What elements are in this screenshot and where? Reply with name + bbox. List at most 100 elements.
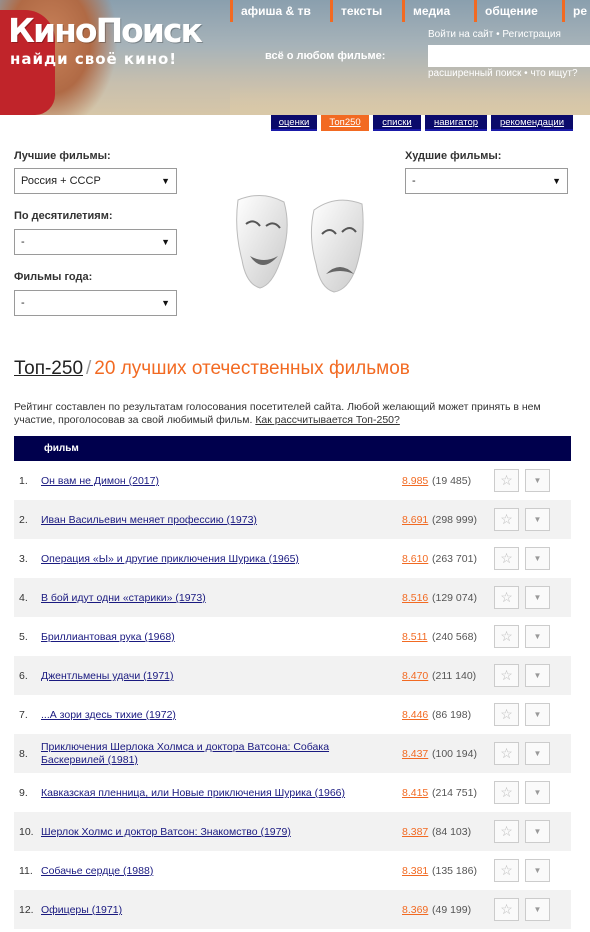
row-position: 1.: [19, 475, 28, 487]
worst-films-select[interactable]: - ▼: [405, 168, 568, 194]
year-films-label: Фильмы года:: [14, 271, 93, 283]
film-votes: (86 198): [432, 709, 472, 721]
film-title-link[interactable]: Он вам не Димон (2017): [41, 475, 361, 488]
film-rating-link[interactable]: 8.415: [402, 787, 428, 799]
nav-item-texts[interactable]: тексты: [330, 0, 402, 22]
film-rating-link[interactable]: 8.387: [402, 826, 428, 838]
star-icon[interactable]: ☆: [494, 508, 519, 531]
chevron-down-icon[interactable]: ▼: [525, 742, 550, 765]
film-votes: (49 199): [432, 904, 472, 916]
top250-link[interactable]: Топ-250: [14, 358, 83, 379]
chevron-down-icon[interactable]: ▼: [525, 664, 550, 687]
film-title-link[interactable]: Приключения Шерлока Холмса и доктора Ват…: [41, 741, 361, 767]
star-icon[interactable]: ☆: [494, 664, 519, 687]
film-title-link[interactable]: Иван Васильевич меняет профессию (1973): [41, 514, 361, 527]
film-rating-link[interactable]: 8.610: [402, 553, 428, 565]
chevron-down-icon: ▼: [161, 298, 170, 308]
film-rating-link[interactable]: 8.516: [402, 592, 428, 604]
chevron-down-icon[interactable]: ▼: [525, 469, 550, 492]
register-link[interactable]: Регистрация: [502, 29, 560, 40]
film-rating-link[interactable]: 8.437: [402, 748, 428, 760]
best-films-select[interactable]: Россия + СССР ▼: [14, 168, 177, 194]
film-rating-link[interactable]: 8.369: [402, 904, 428, 916]
worst-films-select-value: -: [412, 175, 416, 187]
tab-ratings[interactable]: оценки: [271, 115, 317, 131]
site-logo[interactable]: КиноПоиск: [8, 14, 203, 48]
star-icon[interactable]: ☆: [494, 469, 519, 492]
star-icon[interactable]: ☆: [494, 742, 519, 765]
trending-searches-link[interactable]: что ищут?: [530, 68, 577, 79]
table-row: 1. Он вам не Димон (2017) 8.985 (19 485) ☆ ▼: [14, 461, 571, 500]
chevron-down-icon[interactable]: ▼: [525, 859, 550, 882]
star-icon[interactable]: ☆: [494, 820, 519, 843]
film-title-link[interactable]: Операция «Ы» и другие приключения Шурика…: [41, 553, 361, 566]
page-title: Топ-250/20 лучших отечественных фильмов: [14, 357, 410, 381]
top-nav: афиша & тв тексты медиа общение ре: [230, 0, 590, 22]
film-title-link[interactable]: ...А зори здесь тихие (1972): [41, 709, 361, 722]
decades-label: По десятилетиям:: [14, 210, 113, 222]
film-rating-link[interactable]: 8.691: [402, 514, 428, 526]
row-position: 8.: [19, 748, 28, 760]
rating-method-link[interactable]: Как рассчитывается Топ-250?: [255, 414, 400, 426]
tab-recommendations[interactable]: рекомендации: [491, 115, 573, 131]
decades-select-value: -: [21, 236, 25, 248]
chevron-down-icon[interactable]: ▼: [525, 820, 550, 843]
year-films-select-value: -: [21, 297, 25, 309]
film-votes: (211 140): [432, 670, 477, 682]
film-title-link[interactable]: Джентльмены удачи (1971): [41, 670, 361, 683]
film-rating-link[interactable]: 8.446: [402, 709, 428, 721]
star-icon[interactable]: ☆: [494, 781, 519, 804]
row-position: 4.: [19, 592, 28, 604]
star-icon[interactable]: ☆: [494, 586, 519, 609]
table-row: 7. ...А зори здесь тихие (1972) 8.446 (86 1…: [14, 695, 571, 734]
row-position: 7.: [19, 709, 28, 721]
search-input[interactable]: [428, 45, 590, 67]
advanced-search-link[interactable]: расширенный поиск: [428, 68, 521, 79]
chevron-down-icon: ▼: [552, 176, 561, 186]
film-rating-link[interactable]: 8.470: [402, 670, 428, 682]
decades-select[interactable]: - ▼: [14, 229, 177, 255]
row-position: 9.: [19, 787, 28, 799]
table-row: 12. Офицеры (1971) 8.369 (49 199) ☆ ▼: [14, 890, 571, 929]
film-title-link[interactable]: Кавказская пленница, или Новые приключен…: [41, 787, 361, 800]
tab-navigator[interactable]: навигатор: [425, 115, 487, 131]
nav-item-more[interactable]: ре: [562, 0, 590, 22]
film-title-link[interactable]: Офицеры (1971): [41, 904, 361, 917]
best-films-label: Лучшие фильмы:: [14, 150, 111, 162]
star-icon[interactable]: ☆: [494, 547, 519, 570]
row-position: 12.: [19, 904, 34, 916]
nav-item-media[interactable]: медиа: [402, 0, 474, 22]
chevron-down-icon[interactable]: ▼: [525, 547, 550, 570]
row-position: 3.: [19, 553, 28, 565]
film-title-link[interactable]: Бриллиантовая рука (1968): [41, 631, 361, 644]
chevron-down-icon[interactable]: ▼: [525, 625, 550, 648]
chevron-down-icon[interactable]: ▼: [525, 898, 550, 921]
chevron-down-icon[interactable]: ▼: [525, 703, 550, 726]
star-icon[interactable]: ☆: [494, 898, 519, 921]
row-position: 2.: [19, 514, 28, 526]
star-icon[interactable]: ☆: [494, 625, 519, 648]
auth-links: Войти на сайт • Регистрация: [428, 29, 561, 40]
film-rating-link[interactable]: 8.985: [402, 475, 428, 487]
film-title-link[interactable]: Собачье сердце (1988): [41, 865, 361, 878]
films-table-header: фильм: [14, 436, 571, 461]
chevron-down-icon[interactable]: ▼: [525, 586, 550, 609]
tab-top250[interactable]: Топ250: [321, 115, 369, 131]
tab-lists[interactable]: списки: [373, 115, 421, 131]
header-banner-sand: [230, 85, 590, 115]
star-icon[interactable]: ☆: [494, 703, 519, 726]
login-link[interactable]: Войти на сайт: [428, 29, 493, 40]
nav-item-afisha[interactable]: афиша & тв: [230, 0, 330, 22]
film-rating-link[interactable]: 8.511: [402, 631, 428, 643]
year-films-select[interactable]: - ▼: [14, 290, 177, 316]
site-tagline: найди своё кино!: [10, 50, 178, 68]
star-icon[interactable]: ☆: [494, 859, 519, 882]
chevron-down-icon[interactable]: ▼: [525, 781, 550, 804]
nav-item-community[interactable]: общение: [474, 0, 562, 22]
film-rating-link[interactable]: 8.381: [402, 865, 428, 877]
chevron-down-icon[interactable]: ▼: [525, 508, 550, 531]
table-row: 3. Операция «Ы» и другие приключения Шури…: [14, 539, 571, 578]
search-label: всё о любом фильме:: [265, 50, 386, 62]
film-title-link[interactable]: Шерлок Холмс и доктор Ватсон: Знакомство…: [41, 826, 361, 839]
film-title-link[interactable]: В бой идут одни «старики» (1973): [41, 592, 361, 605]
